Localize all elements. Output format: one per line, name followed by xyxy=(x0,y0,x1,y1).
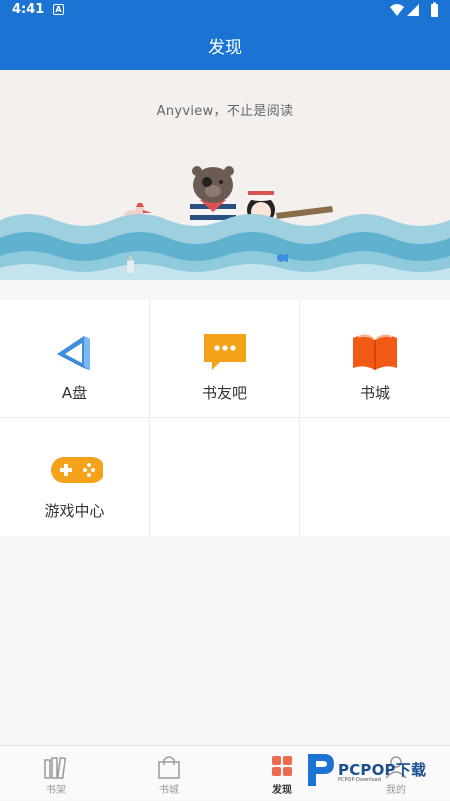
tab-label: 书城 xyxy=(159,785,179,796)
tab-label: 书架 xyxy=(46,785,66,796)
battery-icon xyxy=(431,4,438,17)
section-gap xyxy=(0,280,450,300)
open-book-icon xyxy=(353,334,397,370)
shopping-bag-icon xyxy=(158,756,180,779)
app-bar: 发现 xyxy=(0,20,450,70)
watermark: PCPOP下载 PCPOP Download xyxy=(302,750,450,790)
watermark-logo-icon xyxy=(308,754,334,786)
tab-bookshelf[interactable]: 书架 xyxy=(0,746,112,801)
tab-bookstore[interactable]: 书城 xyxy=(113,746,225,801)
page-title: 发现 xyxy=(208,38,242,58)
notification-badge-icon: A xyxy=(53,4,64,15)
signal-icon xyxy=(407,4,419,16)
a-disk-icon xyxy=(57,336,90,370)
feature-bookstore[interactable]: 书城 xyxy=(300,300,450,418)
feature-a-disk[interactable]: A盘 xyxy=(0,300,150,418)
feature-label: 游戏中心 xyxy=(44,502,105,520)
gamepad-icon xyxy=(51,457,103,483)
watermark-subtext: PCPOP Download xyxy=(338,777,381,783)
promo-banner[interactable]: Anyview，不止是阅读 xyxy=(0,70,450,280)
status-icons xyxy=(390,2,438,17)
feature-label: 书城 xyxy=(359,384,390,402)
status-bar: 4:41 A xyxy=(0,0,450,20)
feature-book-club[interactable]: 书友吧 xyxy=(150,300,300,418)
status-time: 4:41 xyxy=(12,2,45,17)
feature-grid: A盘 书友吧 书城 游戏中心 xyxy=(0,300,450,536)
banner-slogan: Anyview，不止是阅读 xyxy=(156,104,294,119)
discover-grid-icon xyxy=(272,756,292,776)
bookshelf-icon xyxy=(44,756,67,780)
chat-bubble-icon xyxy=(204,334,246,370)
empty-cell xyxy=(300,418,450,536)
empty-cell xyxy=(150,418,300,536)
feature-label: A盘 xyxy=(61,384,88,402)
feature-label: 书友吧 xyxy=(201,384,247,402)
wifi-icon xyxy=(390,4,404,16)
feature-game-center[interactable]: 游戏中心 xyxy=(0,418,150,536)
